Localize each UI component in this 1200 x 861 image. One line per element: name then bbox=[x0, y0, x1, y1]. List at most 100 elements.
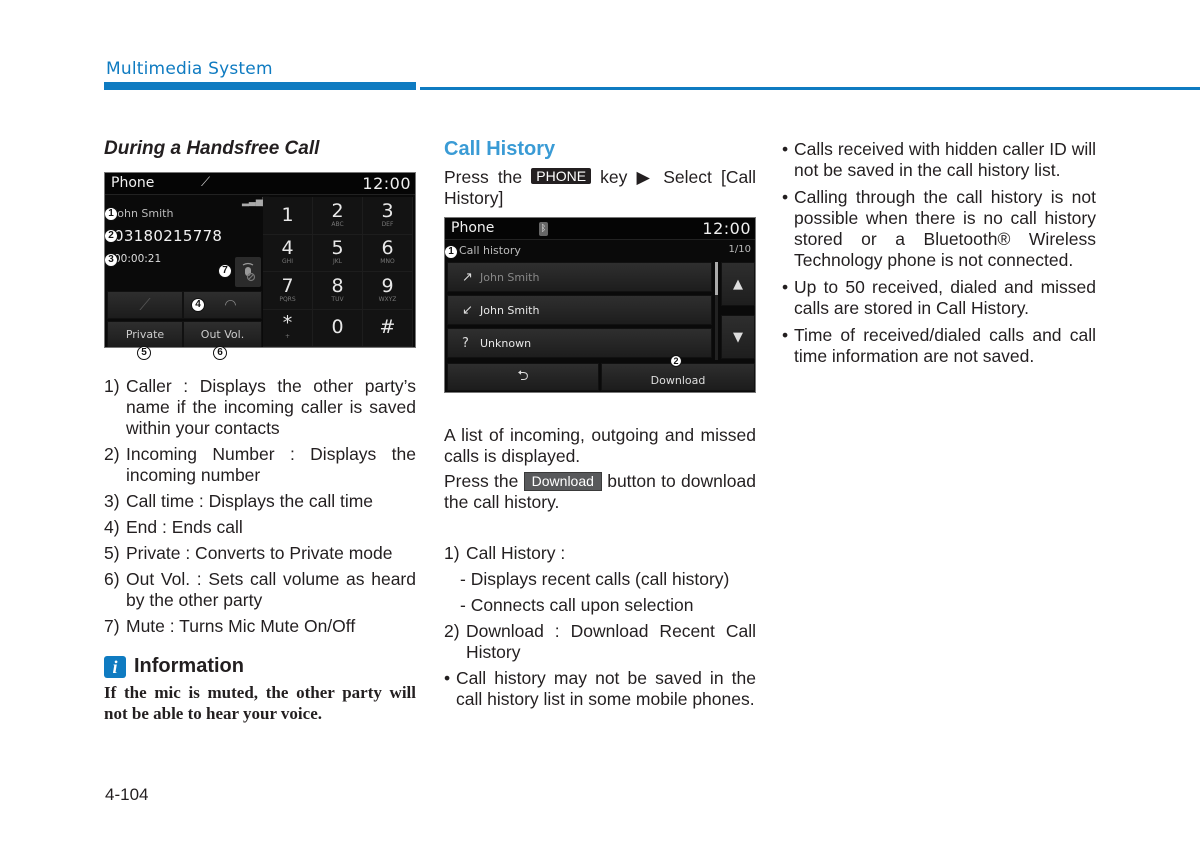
information-title: Information bbox=[134, 655, 244, 677]
key-letters: JKL bbox=[332, 258, 343, 266]
handsfree-item-list: 1) Caller : Displays the other party’s na… bbox=[104, 376, 416, 637]
scroll-up-button[interactable]: ▲ bbox=[721, 262, 755, 306]
call-history-row-missed[interactable]: ? Unknown bbox=[447, 328, 712, 358]
keypad-key[interactable]: 0 bbox=[313, 309, 363, 347]
keypad-key[interactable]: * + bbox=[263, 309, 313, 347]
handsfree-call-screen: Phone ⟋ 12:00 ▂▃▅▇ 1 John Smith 2 031802… bbox=[104, 172, 416, 348]
key-digit: 2 bbox=[331, 199, 344, 222]
keypad-key[interactable]: 9 WXYZ bbox=[363, 272, 413, 310]
list-item: 6) Out Vol. : Sets call volume as heard b… bbox=[104, 569, 416, 610]
answer-button[interactable]: ⟋ bbox=[107, 291, 183, 319]
phone-icon: ⟋ bbox=[139, 295, 151, 314]
missed-call-icon: ? bbox=[462, 335, 469, 351]
bluetooth-icon: ᛒ bbox=[539, 222, 548, 236]
note-item: • Up to 50 received, dialed and missed ca… bbox=[782, 277, 1096, 318]
key-digit: * bbox=[282, 312, 293, 335]
column-notes: • Calls received with hidden caller ID wi… bbox=[782, 139, 1096, 373]
marker-2: 2 bbox=[670, 355, 682, 367]
key-letters: ABC bbox=[331, 220, 344, 228]
call-history-item-list: 1) Call History : - Displays recent calls… bbox=[444, 543, 756, 710]
list-item: 1) Caller : Displays the other party’s na… bbox=[104, 376, 416, 438]
marker-4: 4 bbox=[191, 298, 205, 312]
list-item: 1) Call History : bbox=[444, 543, 566, 563]
marker-3: 3 bbox=[105, 253, 118, 267]
list-item: 4) End : Ends call bbox=[104, 517, 243, 537]
call-history-row-outgoing[interactable]: ↗ John Smith bbox=[447, 262, 712, 292]
page-number: 4-104 bbox=[105, 785, 149, 804]
key-digit: 5 bbox=[331, 237, 344, 260]
keypad-key[interactable]: 1 bbox=[263, 197, 313, 235]
triangle-up-icon: ▲ bbox=[733, 276, 743, 292]
incoming-call-icon: ↙ bbox=[462, 302, 473, 318]
key-digit: 9 bbox=[381, 274, 394, 297]
key-digit: 4 bbox=[281, 237, 294, 260]
note-item: • Calls received with hidden caller ID wi… bbox=[782, 139, 1096, 180]
active-call-icon: ⟋ bbox=[201, 175, 211, 190]
list-item: - Connects call upon selection bbox=[460, 595, 694, 615]
mic-mute-icon bbox=[242, 262, 256, 282]
phone-key-badge: PHONE bbox=[531, 168, 592, 184]
note-item: • Time of received/dialed calls and call … bbox=[782, 325, 1096, 366]
bullet-item: • Call history may not be saved in the ca… bbox=[444, 668, 756, 709]
key-digit: 8 bbox=[331, 274, 344, 297]
key-digit: 0 bbox=[331, 316, 344, 339]
dial-keypad: 1 2 ABC 3 DEF 4 GHI 5 JKL 6 MNO 7 PQRS 8 TUV 9 WXYZ * +0 # bbox=[263, 197, 413, 347]
note-item: • Calling through the call history is not… bbox=[782, 187, 1096, 270]
section-title: Multimedia System bbox=[106, 59, 273, 79]
clock: 12:00 bbox=[702, 219, 751, 238]
key-letters: MNO bbox=[380, 258, 395, 266]
column-handsfree: During a Handsfree Call Phone ⟋ 12:00 ▂▃… bbox=[104, 138, 416, 724]
scroll-down-button[interactable]: ▼ bbox=[721, 315, 755, 359]
header-bar-thick bbox=[104, 82, 416, 90]
back-button[interactable]: ⮌ bbox=[447, 363, 599, 391]
list-item: 7) Mute : Turns Mic Mute On/Off bbox=[104, 616, 356, 636]
keypad-key[interactable]: 6 MNO bbox=[363, 234, 413, 272]
keypad-key[interactable]: 4 GHI bbox=[263, 234, 313, 272]
keypad-key[interactable]: 5 JKL bbox=[313, 234, 363, 272]
list-item: 3) Call time : Displays the call time bbox=[104, 491, 374, 511]
list-item: 2) Incoming Number : Displays the incomin… bbox=[104, 444, 416, 485]
key-letters: PQRS bbox=[279, 295, 296, 303]
marker-7: 7 bbox=[218, 264, 232, 278]
key-digit: # bbox=[379, 316, 396, 339]
triangle-down-icon: ▼ bbox=[733, 329, 743, 345]
key-digit: 1 bbox=[281, 203, 294, 226]
keypad-key[interactable]: 8 TUV bbox=[313, 272, 363, 310]
back-arrow-icon: ⮌ bbox=[517, 368, 529, 384]
call-history-description: A list of incoming, outgoing and missed … bbox=[444, 425, 756, 466]
scrollbar-thumb[interactable] bbox=[715, 262, 718, 295]
mute-button[interactable] bbox=[235, 257, 261, 287]
information-box-header: i Information bbox=[104, 655, 416, 678]
list-item: 2) Download : Download Recent Call Histor… bbox=[444, 621, 756, 662]
key-letters: WXYZ bbox=[378, 295, 397, 303]
keypad-key[interactable]: # bbox=[363, 309, 413, 347]
out-vol-button[interactable]: Out Vol. bbox=[183, 321, 262, 347]
marker-5: 5 bbox=[137, 346, 151, 360]
list-item: 5) Private : Converts to Private mode bbox=[104, 543, 393, 563]
call-history-instruction: Press the PHONE key ▶ Select [Call Histo… bbox=[444, 167, 756, 208]
information-text: If the mic is muted, the other party wil… bbox=[104, 683, 416, 723]
page-indicator: 1/10 bbox=[728, 244, 751, 255]
header-bar-thin bbox=[420, 87, 1200, 90]
key-digit: 6 bbox=[381, 237, 394, 260]
key-letters: DEF bbox=[381, 220, 394, 228]
list-item: - Displays recent calls (call history) bbox=[460, 569, 730, 589]
key-letters: GHI bbox=[282, 258, 293, 266]
call-history-screen: Phone ᛒ 12:00 1 Call history 1/10 ↗ John… bbox=[444, 217, 756, 393]
private-button[interactable]: Private bbox=[107, 321, 183, 347]
key-digit: 3 bbox=[381, 199, 394, 222]
keypad-key[interactable]: 3 DEF bbox=[363, 197, 413, 235]
status-bar: Phone ᛒ 12:00 bbox=[445, 218, 755, 240]
end-call-icon: ◠ bbox=[224, 297, 237, 313]
clock: 12:00 bbox=[362, 174, 411, 193]
key-letters: TUV bbox=[331, 295, 344, 303]
keypad-key[interactable]: 7 PQRS bbox=[263, 272, 313, 310]
call-history-row-incoming[interactable]: ↙ John Smith bbox=[447, 295, 712, 325]
call-time: 00:00:21 bbox=[114, 253, 162, 265]
marker-1: 1 bbox=[105, 207, 118, 221]
call-history-heading: Call History bbox=[444, 138, 556, 160]
status-bar: Phone ⟋ 12:00 bbox=[105, 173, 415, 195]
marker-1: 1 bbox=[445, 245, 458, 259]
download-button[interactable]: Download bbox=[601, 363, 755, 391]
keypad-key[interactable]: 2 ABC bbox=[313, 197, 363, 235]
